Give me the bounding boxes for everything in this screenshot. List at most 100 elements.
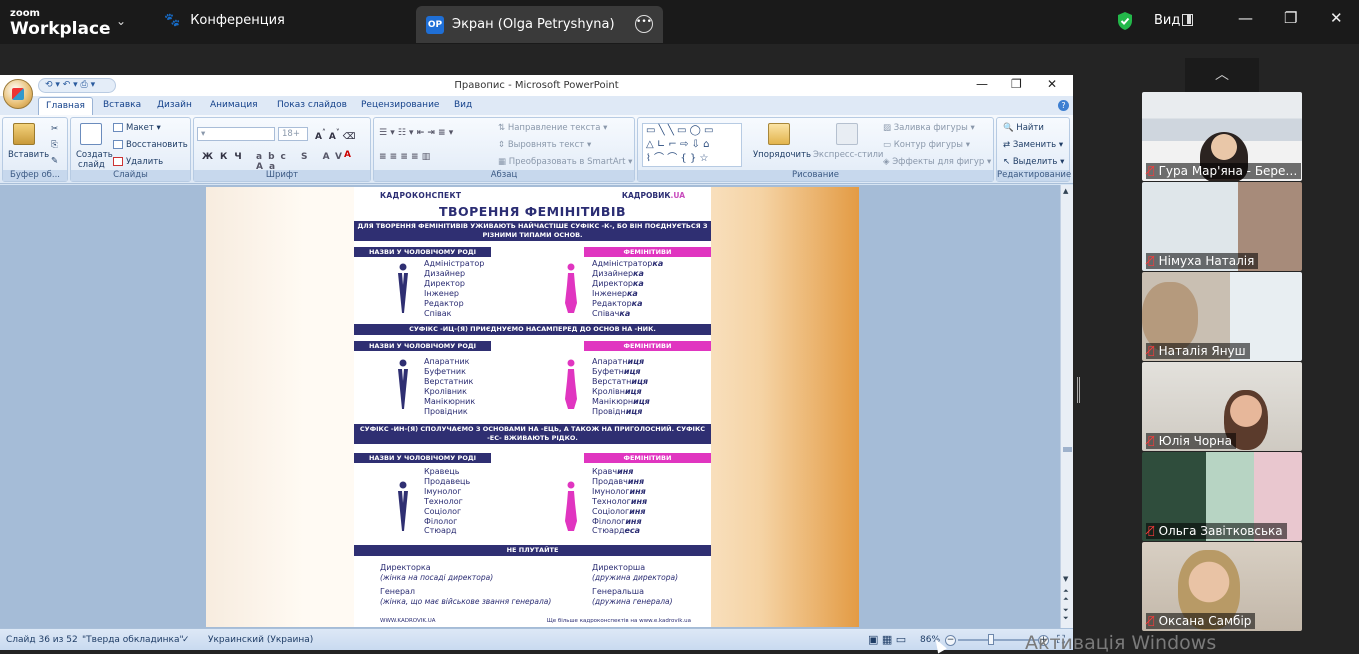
new-slide-button[interactable]: Создать: [76, 150, 113, 160]
tab-review[interactable]: Рецензирование: [361, 100, 439, 110]
shield-icon[interactable]: [1116, 11, 1134, 31]
female-suffix: ка: [652, 259, 664, 268]
next-slide-icon[interactable]: ⏷ ⏷: [1063, 606, 1069, 622]
delete-icon: [113, 157, 123, 166]
paragraph-group: ☰ ▾ ☷ ▾ ⇤ ⇥ ≡ ▾ ⇅ Направление текста ▾ ⇕…: [373, 117, 635, 182]
spellcheck-icon[interactable]: ✓: [182, 635, 190, 645]
reset-button[interactable]: Восстановить: [113, 140, 188, 150]
copy-icon[interactable]: ⎘: [51, 140, 58, 150]
list-buttons[interactable]: ☰ ▾ ☷ ▾ ⇤ ⇥ ≡ ▾: [379, 128, 453, 138]
view-layout-icon[interactable]: [1182, 14, 1193, 26]
participant-tile[interactable]: 🎙̸ Німуха Наталія: [1142, 182, 1302, 271]
tab-insert[interactable]: Вставка: [103, 100, 141, 110]
text-direction-button[interactable]: ⇅ Направление текста ▾: [498, 123, 607, 133]
font-effect-buttons[interactable]: abc S AV Aa: [256, 152, 370, 172]
ribbon: Вставить ✂ ⎘ ✎ Буфер об... Создать слайд…: [0, 115, 1073, 184]
prev-slide-icon[interactable]: ⏶ ⏶: [1063, 587, 1069, 603]
select-button[interactable]: ↖ Выделить ▾: [1003, 157, 1064, 167]
scroll-up-icon[interactable]: ▲: [1063, 187, 1068, 195]
participant-tile[interactable]: 🎙̸ Юлія Чорна: [1142, 362, 1302, 451]
male-header-3: НАЗВИ У ЧОЛОВІЧОМУ РОДІ: [354, 453, 491, 463]
replace-button[interactable]: ⇄ Заменить ▾: [1003, 140, 1063, 150]
font-style-buttons[interactable]: ЖКЧ: [202, 152, 249, 162]
female-suffix: иця: [624, 386, 642, 396]
gallery-collapse-button[interactable]: ︿: [1185, 58, 1259, 92]
tab-view[interactable]: Вид: [454, 100, 472, 110]
theme-name[interactable]: "Тверда обкладинка": [82, 635, 184, 645]
close-icon[interactable]: ✕: [1330, 9, 1343, 27]
layout-button[interactable]: Макет ▾: [113, 123, 161, 133]
format-painter-icon[interactable]: ✎: [51, 156, 58, 166]
tab-home[interactable]: Главная: [38, 97, 93, 115]
grow-font-icon[interactable]: A˄ A˅ ⌫: [315, 128, 355, 142]
smartart-button[interactable]: ▦ Преобразовать в SmartArt ▾: [498, 157, 632, 167]
brand-right: КАДРОВИК.UA: [622, 191, 685, 200]
share-title: Экран (Olga Petryshyna): [452, 17, 615, 32]
vertical-scrollbar[interactable]: ▲ ▼ ⏶ ⏶ ⏷ ⏷: [1060, 185, 1073, 628]
maximize-icon[interactable]: ❐: [1284, 9, 1297, 27]
clipboard-group: Вставить ✂ ⎘ ✎ Буфер об...: [2, 117, 68, 182]
cut-icon[interactable]: ✂: [51, 124, 58, 134]
female-stem: Редактор: [592, 298, 632, 308]
intro-band: ДЛЯ ТВОРЕННЯ ФЕМІНІТИВІВ УЖИВАЮТЬ НАЙЧАС…: [354, 221, 711, 241]
layout-label: Макет: [126, 123, 154, 133]
chevron-down-icon[interactable]: ⌄: [116, 14, 126, 28]
male-word: Продавець: [424, 476, 471, 486]
pair-2-right: Генеральша (дружина генерала): [592, 587, 673, 607]
female-word: Інженерка: [592, 289, 663, 299]
pair-word: Директорка: [380, 563, 431, 572]
slide[interactable]: КАДРОКОНСПЕКТ КАДРОВИК.UA ТВОРЕННЯ ФЕМІН…: [206, 187, 859, 627]
tab-animation[interactable]: Анимация: [210, 100, 258, 110]
font-name-combo[interactable]: ▾: [197, 127, 275, 141]
participant-tile[interactable]: 🎙̸ Гура Мар'яна - Бере…: [1142, 92, 1302, 181]
sharer-avatar: OP: [426, 15, 444, 34]
view-button[interactable]: Вид: [1154, 13, 1180, 28]
participant-tile[interactable]: 🎙̸ Наталія Януш: [1142, 272, 1302, 361]
shape-effects-button[interactable]: ◈ Эффекты для фигур ▾: [883, 157, 991, 167]
alignment-buttons[interactable]: ≡ ≡ ≡ ≡ ▥: [379, 152, 430, 162]
more-icon[interactable]: •••: [635, 15, 653, 33]
shape-outline-button[interactable]: ▭ Контур фигуры ▾: [883, 140, 970, 150]
female-stem: Адміністратор: [592, 259, 653, 268]
quick-styles-button[interactable]: Экспресс-стили: [813, 150, 883, 160]
office-button[interactable]: [3, 79, 33, 109]
find-button[interactable]: 🔍 Найти: [1003, 123, 1044, 133]
shape-outline-label: Контур фигуры: [893, 140, 964, 150]
scroll-down-icon[interactable]: ▼: [1063, 575, 1068, 583]
minimize-icon[interactable]: —: [1238, 9, 1253, 27]
font-size-combo[interactable]: 18+: [278, 127, 308, 141]
tab-slideshow[interactable]: Показ слайдов: [277, 100, 347, 110]
scroll-thumb[interactable]: [1063, 447, 1072, 452]
female-stem: Буфетн: [592, 366, 624, 376]
view-buttons-icon[interactable]: ▣ ▦ ▭: [868, 633, 906, 646]
participant-tile[interactable]: 🎙̸ Ольга Завітковська: [1142, 452, 1302, 541]
delete-button[interactable]: Удалить: [113, 157, 163, 167]
align-text-button[interactable]: ⇕ Выровнять текст ▾: [498, 140, 591, 150]
male-word: Кролівник: [424, 386, 467, 396]
pp-restore-icon[interactable]: ❐: [1011, 77, 1022, 91]
screen-share-tab[interactable]: OP Экран (Olga Petryshyna) •••: [416, 6, 663, 43]
zoom-logo[interactable]: zoom Workplace: [10, 7, 111, 38]
mic-muted-icon: 🎙̸: [1148, 524, 1155, 537]
zoom-slider-thumb[interactable]: [988, 634, 994, 645]
male-word: Кравець: [424, 467, 460, 476]
splitter-handle[interactable]: [1077, 377, 1080, 403]
arrange-button[interactable]: Упорядочить: [753, 150, 811, 160]
zoom-out-icon[interactable]: −: [945, 635, 956, 646]
paste-button[interactable]: Вставить: [8, 150, 49, 160]
pair-note: (жінка, що має військове звання генерала…: [380, 597, 552, 606]
quick-access-toolbar[interactable]: ⟲ ▾ ↶ ▾ ⎙ ▾: [38, 78, 116, 93]
font-color-icon[interactable]: A: [344, 150, 351, 160]
tab-design[interactable]: Дизайн: [157, 100, 192, 110]
pp-close-icon[interactable]: ✕: [1047, 77, 1057, 91]
font-group: ▾ 18+ A˄ A˅ ⌫ ЖКЧ abc S AV Aa A Шрифт: [193, 117, 371, 182]
male-word: Дизайнер: [424, 268, 466, 278]
participant-tile[interactable]: 🎙̸ Оксана Самбір: [1142, 542, 1302, 631]
male-word: Провідник: [424, 406, 468, 416]
help-icon[interactable]: ?: [1058, 100, 1069, 111]
shape-fill-button[interactable]: ▨ Заливка фигуры ▾: [883, 123, 975, 133]
meeting-button[interactable]: 🐾 Конференция: [164, 13, 285, 28]
language-indicator[interactable]: Украинский (Украина): [208, 635, 313, 645]
pp-minimize-icon[interactable]: —: [976, 77, 988, 91]
shapes-gallery[interactable]: ▭ ╲ ╲ ▭ ◯ ▭ △ ∟ ⌐ ⇨ ⇩ ⌂ ⌇ ⌒ ⌒ { } ☆: [642, 123, 742, 167]
